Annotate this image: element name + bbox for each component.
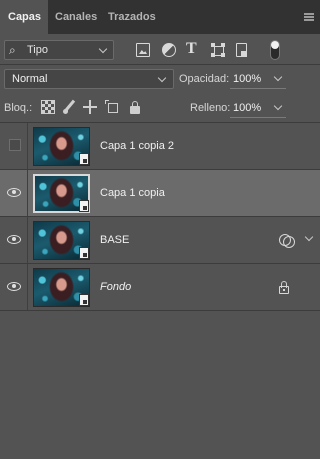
layer-filter-value: Tipo [27,44,48,56]
type-filter-icon[interactable]: T [186,40,200,57]
layer-effects-icon[interactable] [279,233,295,248]
fill-value: 100% [233,102,262,114]
layer-row[interactable]: Fondo [0,264,320,311]
visibility-column[interactable] [0,217,28,263]
opacity-value: 100% [233,73,262,85]
chevron-down-icon [98,44,108,54]
visibility-off-box[interactable] [9,139,21,151]
lock-icon[interactable] [277,280,291,294]
chevron-down-icon[interactable] [273,72,283,82]
lock-artboard-icon[interactable] [105,100,119,114]
smart-object-filter-icon[interactable] [236,43,247,57]
tab-capas[interactable]: Capas [0,0,48,34]
layer-name[interactable]: Capa 1 copia 2 [100,140,174,152]
smart-object-badge-icon [79,247,89,259]
chevron-down-icon [157,73,167,83]
lock-transparency-icon[interactable] [41,100,55,114]
lock-pixels-brush-icon[interactable] [62,100,76,114]
tab-trazados[interactable]: Trazados [100,0,164,34]
lock-label: Bloq.: [4,102,33,114]
visibility-column[interactable] [0,170,28,216]
tab-canales[interactable]: Canales [47,0,105,34]
eye-icon[interactable] [7,188,21,197]
smart-object-badge-icon [79,294,89,306]
layer-name[interactable]: Capa 1 copia [100,187,165,199]
layer-row[interactable]: Capa 1 copia 2 [0,123,320,170]
divider [0,64,320,65]
filter-toggle[interactable] [270,40,280,60]
blend-mode-value: Normal [12,73,48,85]
panel-menu-icon[interactable] [304,13,314,21]
lock-all-icon[interactable] [128,100,142,114]
visibility-column[interactable] [0,123,28,169]
panel-tab-bar: Capas Canales Trazados [0,0,320,34]
layer-row-selected[interactable]: Capa 1 copia [0,170,320,217]
smart-object-badge-icon [79,153,89,165]
opacity-label: Opacidad: [179,73,230,85]
visibility-column[interactable] [0,264,28,310]
search-icon: ⌕ [9,43,16,57]
chevron-down-icon[interactable] [273,101,283,111]
eye-icon[interactable] [7,235,21,244]
layer-row[interactable]: BASE [0,217,320,264]
fill-field[interactable]: 100% [230,98,286,118]
layer-name[interactable]: Fondo [100,281,131,293]
lock-position-move-icon[interactable] [83,100,97,114]
shape-filter-icon[interactable] [211,43,225,57]
adjustment-filter-icon[interactable] [162,43,176,57]
layer-name[interactable]: BASE [100,234,129,246]
smart-object-badge-icon [79,200,89,212]
layer-filter-select[interactable]: ⌕ Tipo [4,40,114,60]
eye-icon[interactable] [7,282,21,291]
image-filter-icon[interactable] [136,43,150,57]
chevron-down-icon[interactable] [304,232,314,242]
blend-mode-select[interactable]: Normal [4,69,174,89]
fill-label: Relleno: [190,102,231,114]
opacity-field[interactable]: 100% [230,69,286,89]
